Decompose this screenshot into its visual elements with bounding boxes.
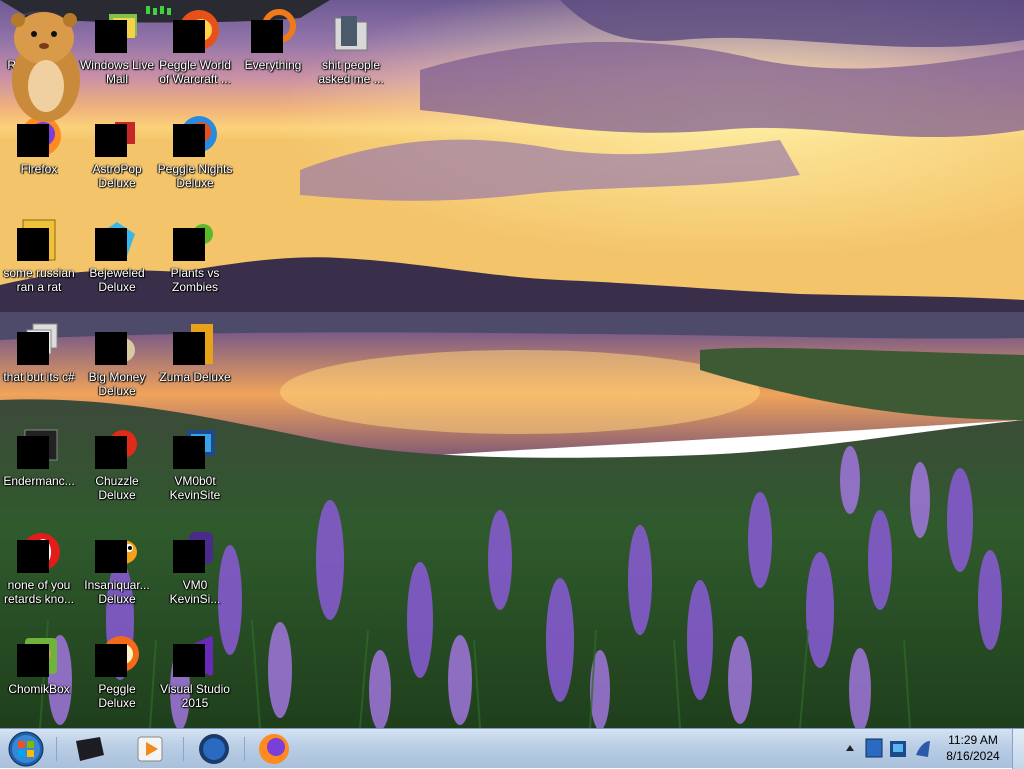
redaction-box	[17, 124, 49, 157]
icon-label: shit people asked me ...	[318, 58, 384, 86]
redaction-box	[95, 20, 127, 53]
desktop-icon-everything[interactable]: Everything	[234, 2, 312, 102]
redaction-box	[173, 124, 205, 157]
desktop-icon-peggle-deluxe[interactable]: Peggle Deluxe	[78, 626, 156, 726]
desktop-icon-some-russian-ran-a-rat[interactable]: e some russian ran a rat	[0, 210, 78, 310]
redaction-box	[173, 436, 205, 469]
clock-date: 8/16/2024	[946, 749, 1000, 763]
icon-label: Plants vs Zombies	[170, 266, 220, 294]
show-hidden-icons-arrow	[846, 745, 854, 751]
redaction-box	[95, 644, 127, 677]
desktop-icon-big-money-deluxe[interactable]: Big Money Deluxe	[78, 314, 156, 414]
icon-label: Insaniquar... Deluxe	[84, 578, 150, 606]
taskbar-separator	[244, 737, 245, 761]
icon-label: Visual Studio 2015	[160, 682, 230, 710]
redaction-box	[17, 436, 49, 469]
desktop-icon-shit-people-asked-me[interactable]: shit people asked me ...	[312, 2, 390, 102]
redaction-box	[173, 228, 205, 261]
clock[interactable]: 11:29 AM 8/16/2024	[938, 732, 1008, 764]
clock-time: 11:29 AM	[948, 733, 998, 747]
redaction-box	[173, 540, 205, 573]
redaction-box	[95, 436, 127, 469]
redaction-box	[95, 332, 127, 365]
redaction-box	[173, 332, 205, 365]
redaction-box	[95, 540, 127, 573]
icon-label: Chuzzle Deluxe	[95, 474, 139, 502]
icon-label: Everything	[244, 58, 302, 72]
desktop[interactable]: Recycle Bin Firefox e some russian ran a…	[0, 0, 1024, 728]
system-tray	[846, 738, 930, 758]
redaction-box	[17, 332, 49, 365]
show-desktop-button[interactable]	[1012, 729, 1024, 769]
desktop-icon-visual-studio-2015[interactable]: Visual Studio 2015	[156, 626, 234, 726]
desktop-icon-bejeweled-deluxe[interactable]: Bejeweled Deluxe	[78, 210, 156, 310]
desktop-icon-chuzzle-deluxe[interactable]: Chuzzle Deluxe	[78, 418, 156, 518]
desktop-icon-peggle-nights-deluxe[interactable]: Peggle Nights Deluxe	[156, 106, 234, 206]
desktop-icon-none-of-you[interactable]: none of you retards kno...	[0, 522, 78, 622]
taskbar-media-player-icon[interactable]	[130, 731, 170, 767]
taskbar-recycle-bin-icon[interactable]	[70, 731, 110, 767]
taskbar-separator	[56, 737, 57, 761]
redaction-box	[173, 644, 205, 677]
folder-icon	[334, 16, 368, 51]
redaction-box	[17, 644, 49, 677]
redaction-box	[95, 124, 127, 157]
redaction-box	[17, 540, 49, 573]
desktop-icon-vm0b0t-kevinsite[interactable]: VM0b0t KevinSite	[156, 418, 234, 518]
redaction-box	[95, 228, 127, 261]
desktop-icon-peggle-world-of-warcraft[interactable]: Peggle World of Warcraft ...	[156, 2, 234, 102]
taskbar-globe-icon[interactable]	[194, 731, 234, 767]
icon-label: some russian ran a rat	[3, 266, 75, 294]
desktop-icon-insaniquarium-deluxe[interactable]: Insaniquar... Deluxe	[78, 522, 156, 622]
start-button[interactable]	[4, 731, 48, 767]
icon-label: Bejeweled Deluxe	[89, 266, 145, 294]
icon-label: Zuma Deluxe	[159, 370, 231, 384]
desktop-icon-vm0-kevinsite[interactable]: VM0 KevinSi...	[156, 522, 234, 622]
desktop-icon-chomikbox[interactable]: ChomikBox	[0, 626, 78, 726]
icon-label: VM0 KevinSi...	[169, 578, 221, 606]
icon-label: Peggle World of Warcraft ...	[159, 58, 231, 86]
redaction-box	[251, 20, 283, 53]
taskbar-firefox-icon[interactable]	[254, 731, 294, 767]
taskbar: 11:29 AM 8/16/2024	[0, 728, 1024, 769]
icon-label: AstroPop Deluxe	[92, 162, 142, 190]
icon-label: Endermanc...	[3, 474, 75, 488]
redaction-box	[173, 20, 205, 53]
icon-label: ChomikBox	[8, 682, 70, 696]
icon-label: Peggle Nights Deluxe	[157, 162, 233, 190]
desktop-icon-endermanch[interactable]: Endermanc...	[0, 418, 78, 518]
desktop-icon-that-but-its-csharp[interactable]: that but its c#	[0, 314, 78, 414]
icon-label: Big Money Deluxe	[88, 370, 146, 398]
desktop-icon-zuma-deluxe[interactable]: Zuma Deluxe	[156, 314, 234, 414]
icon-label: that but its c#	[3, 370, 75, 384]
icon-label: Peggle Deluxe	[98, 682, 136, 710]
redaction-box	[17, 228, 49, 261]
icon-label: none of you retards kno...	[3, 578, 75, 606]
icon-label: Firefox	[20, 162, 58, 176]
hamster-gadget[interactable]	[0, 0, 94, 124]
icon-label: VM0b0t KevinSite	[169, 474, 221, 502]
taskbar-separator	[183, 737, 184, 761]
desktop-icon-plants-vs-zombies[interactable]: Plants vs Zombies	[156, 210, 234, 310]
